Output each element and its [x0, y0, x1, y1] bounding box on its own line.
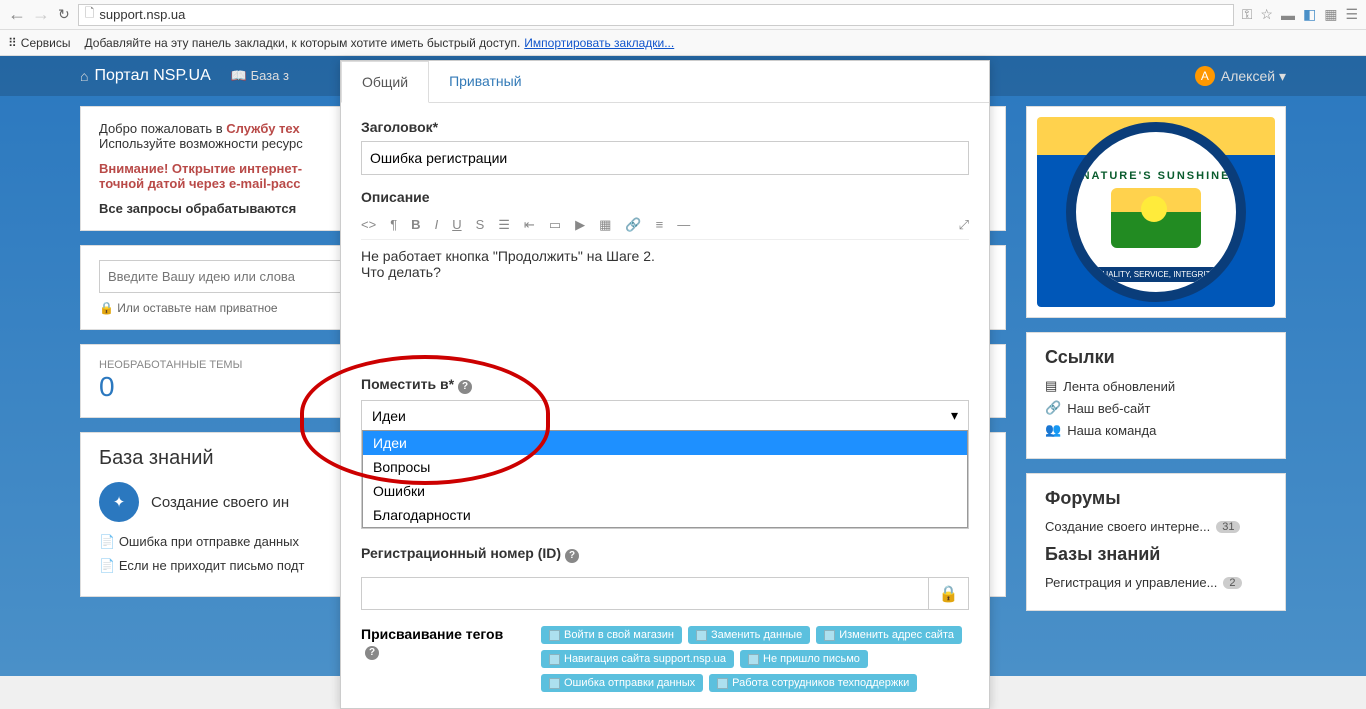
category-select[interactable]: Идеи ▾ Идеи Вопросы Ошибки Благодарности — [361, 400, 969, 529]
tag-item[interactable]: Заменить данные — [688, 626, 810, 644]
kb-side-item[interactable]: Регистрация и управление... 2 — [1045, 575, 1267, 590]
kb-side-title: Базы знаний — [1045, 544, 1267, 565]
link-icon[interactable]: 🔗 — [625, 217, 641, 233]
description-editor[interactable]: Не работает кнопка "Продолжить" на Шаге … — [361, 248, 969, 358]
desc-label: Описание — [361, 189, 969, 205]
option-questions[interactable]: Вопросы — [363, 455, 967, 479]
services-label[interactable]: Сервисы — [21, 36, 71, 50]
user-avatar[interactable]: А — [1195, 66, 1215, 86]
url-text: support.nsp.ua — [99, 7, 185, 22]
tags-cloud: Войти в свой магазин Заменить данные Изм… — [541, 626, 969, 692]
brand-title[interactable]: Портал NSP.UA — [94, 67, 210, 85]
rss-icon: ▤ — [1045, 378, 1057, 394]
align-icon[interactable]: ≡ — [656, 217, 664, 233]
table-icon[interactable]: ▦ — [599, 217, 611, 233]
pilcrow-icon[interactable]: ¶ — [390, 217, 397, 233]
link-feed[interactable]: ▤Лента обновлений — [1045, 378, 1267, 394]
reg-label: Регистрационный номер (ID)? — [361, 545, 969, 563]
back-button[interactable]: ← — [8, 4, 26, 25]
logo-text-bottom: QUALITY, SERVICE, INTEGRITY — [1088, 267, 1224, 282]
option-errors[interactable]: Ошибки — [363, 479, 967, 503]
modal-tabs: Общий Приватный — [341, 61, 989, 103]
logo-text-top: NATURE'S SUNSHINE — [1082, 170, 1231, 182]
tag-item[interactable]: Навигация сайта support.nsp.ua — [541, 650, 734, 668]
ext2-icon[interactable]: ◧ — [1303, 6, 1316, 23]
reg-id-input[interactable] — [361, 577, 929, 610]
tags-label: Присваивание тегов? — [361, 626, 521, 660]
tab-public[interactable]: Общий — [341, 61, 429, 103]
bookmark-hint: Добавляйте на эту панель закладки, к кот… — [85, 36, 521, 50]
tab-private[interactable]: Приватный — [429, 61, 541, 102]
lock-icon[interactable]: 🔒 — [929, 577, 969, 610]
links-section: Ссылки ▤Лента обновлений 🔗Наш веб-сайт 👥… — [1026, 332, 1286, 459]
menu-icon[interactable]: ☰ — [1345, 6, 1358, 23]
import-bookmarks-link[interactable]: Импортировать закладки... — [524, 36, 674, 50]
forum-count-badge: 31 — [1216, 521, 1240, 533]
home-icon: ⌂ — [80, 68, 88, 84]
link-website[interactable]: 🔗Наш веб-сайт — [1045, 400, 1267, 416]
editor-toolbar: <> ¶ B I U S ☰ ⇤ ▭ ▶ ▦ 🔗 ≡ — ⤢ — [361, 211, 969, 240]
user-name[interactable]: Алексей ▾ — [1221, 68, 1286, 85]
underline-icon[interactable]: U — [452, 217, 461, 233]
option-thanks[interactable]: Благодарности — [363, 503, 967, 527]
hr-icon[interactable]: — — [677, 217, 690, 233]
expand-icon[interactable]: ⤢ — [959, 217, 969, 233]
image-icon[interactable]: ▭ — [549, 217, 561, 233]
help-icon[interactable]: ? — [365, 646, 379, 660]
select-current-value: Идеи — [372, 408, 406, 424]
help-icon[interactable]: ? — [565, 549, 579, 563]
indent-icon[interactable]: ⇤ — [524, 217, 535, 233]
tag-item[interactable]: Ошибка отправки данных — [541, 674, 703, 692]
address-bar[interactable]: 🗋 support.nsp.ua — [78, 4, 1234, 26]
wand-icon: ✦ — [99, 482, 139, 522]
new-topic-modal: Общий Приватный Заголовок* Описание <> ¶… — [340, 60, 990, 709]
key-icon[interactable]: ⚿ — [1242, 6, 1253, 23]
star-icon[interactable]: ☆ — [1260, 6, 1273, 23]
link-icon: 🔗 — [1045, 400, 1061, 416]
tag-item[interactable]: Работа сотрудников техподдержки — [709, 674, 917, 692]
list-icon[interactable]: ☰ — [498, 217, 510, 233]
logo-card: NATURE'S SUNSHINE QUALITY, SERVICE, INTE… — [1026, 106, 1286, 318]
browser-toolbar: ← → ↻ 🗋 support.nsp.ua ⚿ ☆ ▬ ◧ ▦ ☰ — [0, 0, 1366, 30]
tag-item[interactable]: Изменить адрес сайта — [816, 626, 962, 644]
option-ideas[interactable]: Идеи — [363, 431, 967, 455]
title-label: Заголовок* — [361, 119, 969, 135]
people-icon: 👥 — [1045, 422, 1061, 438]
link-team[interactable]: 👥Наша команда — [1045, 422, 1267, 438]
forums-section: Форумы Создание своего интерне... 31 Баз… — [1026, 473, 1286, 611]
apps-icon[interactable]: ⠿ — [8, 36, 17, 50]
strike-icon[interactable]: S — [476, 217, 485, 233]
globe-icon: 🗋 — [85, 4, 95, 25]
nav-kb[interactable]: 📖 База з — [231, 68, 289, 84]
category-dropdown: Идеи Вопросы Ошибки Благодарности — [362, 430, 968, 528]
code-icon[interactable]: <> — [361, 217, 376, 233]
italic-icon[interactable]: I — [435, 217, 439, 233]
forum-item[interactable]: Создание своего интерне... 31 — [1045, 519, 1267, 534]
chevron-down-icon: ▾ — [951, 407, 958, 424]
tag-item[interactable]: Не пришло письмо — [740, 650, 868, 668]
ext3-icon[interactable]: ▦ — [1324, 6, 1337, 23]
kb-count-badge: 2 — [1223, 577, 1241, 589]
bookmark-bar: ⠿ Сервисы Добавляйте на эту панель закла… — [0, 30, 1366, 56]
forums-title: Форумы — [1045, 488, 1267, 509]
links-title: Ссылки — [1045, 347, 1267, 368]
tag-item[interactable]: Войти в свой магазин — [541, 626, 682, 644]
reload-button[interactable]: ↻ — [58, 6, 70, 23]
bold-icon[interactable]: B — [411, 217, 420, 233]
ext1-icon[interactable]: ▬ — [1281, 7, 1295, 23]
place-label: Поместить в*? — [361, 376, 969, 394]
title-input[interactable] — [361, 141, 969, 175]
video-icon[interactable]: ▶ — [575, 217, 585, 233]
help-icon[interactable]: ? — [458, 380, 472, 394]
forward-button[interactable]: → — [32, 4, 50, 25]
